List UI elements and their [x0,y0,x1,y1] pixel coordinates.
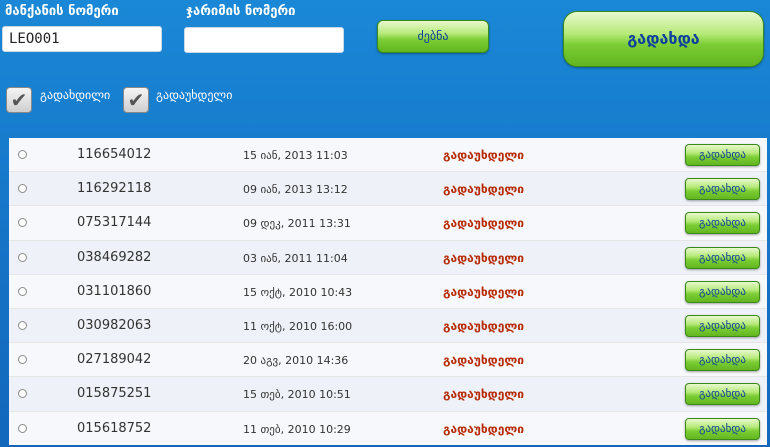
car-number-label: მანქანის ნომერი [5,4,119,19]
fine-number: 116654012 [77,147,152,162]
fine-date: 15 ოქტ, 2010 10:43 [243,285,353,299]
fine-date: 11 თებ, 2010 10:29 [243,422,351,436]
row-pay-button[interactable]: გადახდა [685,314,760,337]
row-pay-button[interactable]: გადახდა [685,383,760,406]
table-row: 116654012 15 იან, 2013 11:03 გადაუხდელი … [9,138,767,173]
row-radio[interactable] [18,320,27,330]
table-row: 031101860 15 ოქტ, 2010 10:43 გადაუხდელი … [9,274,767,309]
table-row: 075317144 09 დეკ, 2011 13:31 გადაუხდელი … [9,206,767,241]
unpaid-filter-label: გადაუხდელი [156,88,233,102]
fine-status: გადაუხდელი [443,353,525,368]
fine-status: გადაუხდელი [443,318,525,333]
fine-date: 15 თებ, 2010 10:51 [243,388,351,402]
paid-checkbox[interactable]: ✔ [6,87,32,113]
fine-number-field[interactable] [184,27,344,53]
table-row: 015875251 15 თებ, 2010 10:51 გადაუხდელი … [9,377,767,412]
fine-number: 031101860 [77,283,152,299]
fine-status: გადაუხდელი [443,421,525,436]
fine-status: გადაუხდელი [443,216,525,231]
unpaid-checkbox[interactable]: ✔ [123,87,149,113]
checkmark-icon: ✔ [127,88,145,112]
fine-status: გადაუხდელი [443,387,525,402]
fine-date: 03 იან, 2011 11:04 [243,251,348,265]
table-row: 116292118 09 იან, 2013 13:12 გადაუხდელი … [9,172,767,207]
fine-status: გადაუხდელი [443,148,525,162]
fine-number: 030982063 [77,317,152,333]
fine-number: 015618752 [77,420,152,436]
table-row: 030982063 11 ოქტ, 2010 16:00 გადაუხდელი … [9,308,767,344]
fine-status: გადაუხდელი [443,250,525,265]
row-pay-button[interactable]: გადახდა [685,246,760,269]
paid-filter-label: გადახდილი [40,88,111,102]
fine-number: 075317144 [77,215,152,231]
fine-number: 038469282 [77,249,152,265]
fines-table: 116654012 15 იან, 2013 11:03 გადაუხდელი … [9,138,767,445]
fine-status: გადაუხდელი [443,182,525,197]
row-radio[interactable] [18,252,27,262]
row-radio[interactable] [18,286,27,296]
row-pay-button[interactable]: გადახდა [685,178,760,201]
fine-status: გადაუხდელი [443,284,525,299]
row-pay-button[interactable]: გადახდა [685,212,760,235]
fine-date: 15 იან, 2013 11:03 [243,149,348,162]
fine-date: 09 იან, 2013 13:12 [243,183,348,197]
table-row: 015618752 11 თებ, 2010 10:29 გადაუხდელი … [9,411,767,445]
row-pay-button[interactable]: გადახდა [685,417,760,440]
row-radio[interactable] [18,355,27,365]
checkmark-icon: ✔ [10,88,28,112]
row-radio[interactable] [18,184,27,194]
table-row: 038469282 03 იან, 2011 11:04 გადაუხდელი … [9,240,767,275]
row-pay-button[interactable]: გადახდა [685,144,760,166]
fine-date: 11 ოქტ, 2010 16:00 [243,319,353,333]
table-row: 027189042 20 აგვ, 2010 14:36 გადაუხდელი … [9,343,767,378]
row-pay-button[interactable]: გადახდა [685,280,760,303]
car-number-field[interactable]: LEO001 [2,26,162,52]
search-button[interactable]: ძებნა [377,20,489,53]
row-radio[interactable] [18,150,27,159]
fine-number: 027189042 [77,352,152,368]
fine-date: 20 აგვ, 2010 14:36 [243,354,349,368]
fine-number: 116292118 [77,181,152,197]
fine-number-label: ჯარიმის ნომერი [186,4,296,19]
fine-date: 09 დეკ, 2011 13:31 [243,217,351,231]
row-pay-button[interactable]: გადახდა [685,349,760,372]
fine-number: 015875251 [77,386,152,402]
pay-button[interactable]: გადახდა [563,11,764,67]
row-radio[interactable] [18,218,27,228]
row-radio[interactable] [18,389,27,399]
row-radio[interactable] [18,423,27,433]
